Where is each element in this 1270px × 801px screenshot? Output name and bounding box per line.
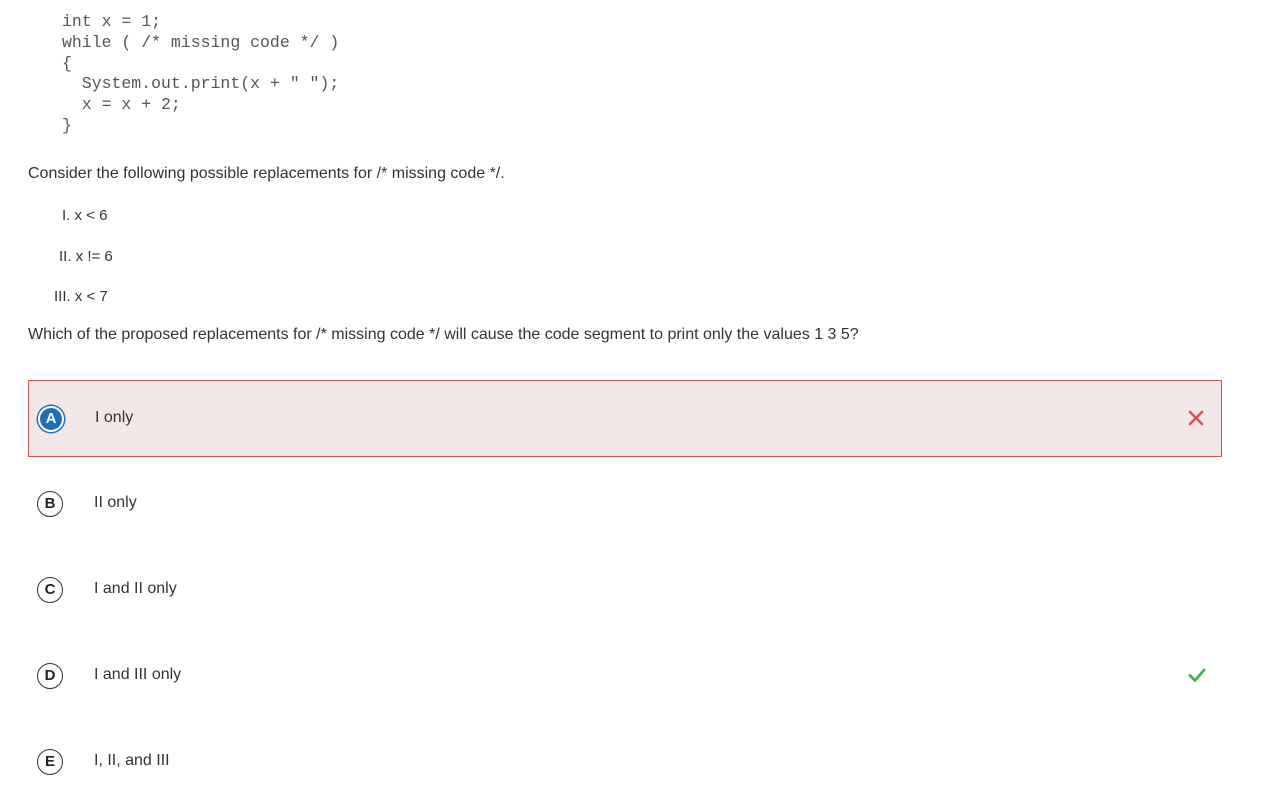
code-line: x = x + 2; <box>62 95 181 115</box>
code-line: } <box>62 115 72 135</box>
choice-label: I only <box>95 409 134 426</box>
choice-letter-badge: E <box>37 749 63 775</box>
code-line: while ( /* missing code */ ) <box>62 32 340 52</box>
replacement-option-2: II. x != 6 <box>59 248 113 265</box>
question-intro: Consider the following possible replacem… <box>28 165 505 182</box>
choice-label: I and II only <box>94 580 177 597</box>
answer-choice-a[interactable]: A I only <box>28 380 1222 457</box>
check-icon <box>1188 668 1206 682</box>
answer-choice-d[interactable]: D I and III only <box>28 638 1222 715</box>
replacement-option-3: III. x < 7 <box>54 288 108 305</box>
choice-label: I, II, and III <box>94 752 170 769</box>
choice-letter-badge: B <box>37 491 63 517</box>
choice-label: I and III only <box>94 666 182 683</box>
answer-choice-e[interactable]: E I, II, and III <box>28 724 1222 801</box>
code-line: { <box>62 53 72 73</box>
replacement-option-1: I. x < 6 <box>62 207 108 224</box>
code-block: int x = 1; while ( /* missing code */ ){ … <box>62 12 339 137</box>
choice-letter-badge: D <box>37 663 63 689</box>
code-line: int x = 1; <box>62 12 162 31</box>
choice-label: II only <box>94 494 137 511</box>
question-prompt: Which of the proposed replacements for /… <box>28 326 859 343</box>
x-icon <box>1188 410 1204 426</box>
code-line: System.out.print(x + " "); <box>62 74 340 94</box>
choice-letter-badge: C <box>37 577 63 603</box>
answer-choice-c[interactable]: C I and II only <box>28 552 1222 629</box>
choice-letter-badge: A <box>38 406 64 432</box>
answer-choice-b[interactable]: B II only <box>28 466 1222 543</box>
